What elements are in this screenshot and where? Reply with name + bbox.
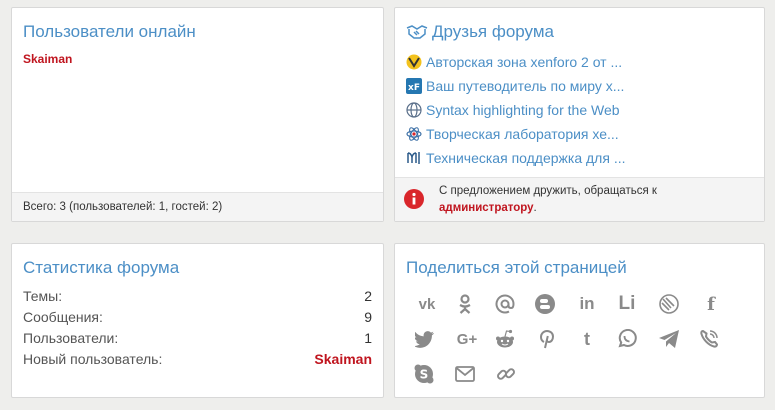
info-icon (404, 189, 424, 215)
share-page-title: Поделиться этой страницей (406, 258, 627, 277)
google-plus-icon[interactable]: G+ (453, 327, 481, 351)
email-at-icon[interactable] (493, 292, 517, 316)
stat-messages-value: 9 (364, 309, 372, 325)
friend-label-2: Ваш путеводитель по миру х... (426, 78, 625, 94)
viber-icon[interactable] (697, 327, 721, 351)
livejournal-icon[interactable]: Li (615, 292, 639, 316)
forum-friends-title-text: Друзья форума (432, 22, 555, 41)
administrator-link[interactable]: администратору (439, 202, 534, 214)
forum-friends-title: Друзья форума (406, 22, 554, 45)
friend-link-3[interactable]: Syntax highlighting for the Web (406, 100, 620, 120)
stat-newest-user-link[interactable]: Skaiman (314, 351, 372, 371)
stat-row-messages: Сообщения: 9 (23, 309, 372, 329)
friend-link-1[interactable]: Авторская зона xenforo 2 от ... (406, 52, 622, 72)
pinterest-icon[interactable] (535, 327, 559, 351)
stat-newest-user-label: Новый пользователь: (23, 351, 163, 367)
vk-icon[interactable]: vk (415, 292, 439, 316)
friend-label-3: Syntax highlighting for the Web (426, 102, 620, 118)
blogger-icon[interactable] (533, 292, 557, 316)
odnoklassniki-icon[interactable] (453, 292, 477, 316)
friends-footer-message: С предложением дружить, обращаться к (439, 185, 657, 197)
handshake-icon (406, 24, 428, 45)
users-online-block: Пользователи онлайн Skaiman Всего: 3 (по… (11, 7, 384, 222)
forum-friends-footer: С предложением дружить, обращаться к адм… (395, 177, 764, 221)
twitter-icon[interactable] (413, 327, 437, 351)
link-icon[interactable] (494, 362, 518, 386)
friend-link-4[interactable]: Творческая лаборатория хе... (406, 124, 619, 144)
share-page-block: Поделиться этой страницей vk in Li f G+ … (394, 243, 765, 398)
facebook-icon[interactable]: f (699, 292, 723, 316)
friend-label-4: Творческая лаборатория хе... (426, 126, 619, 142)
xenforo-zone-icon (406, 54, 422, 70)
svg-text:xF: xF (408, 83, 420, 93)
friends-footer-end: . (533, 202, 537, 214)
friend-label-5: Техническая поддержка для ... (426, 150, 626, 166)
forum-friends-block: Друзья форума Авторская зона xenforo 2 о… (394, 7, 765, 222)
linkedin-icon[interactable]: in (575, 292, 599, 316)
tumblr-icon[interactable]: t (575, 327, 599, 351)
friend-label-1: Авторская зона xenforo 2 от ... (426, 54, 623, 70)
support-icon (406, 150, 422, 166)
xf-guide-icon: xF (406, 78, 422, 94)
stat-threads-value: 2 (364, 288, 372, 304)
stat-row-threads: Темы: 2 (23, 288, 372, 308)
lab-icon (406, 126, 422, 142)
stat-messages-label: Сообщения: (23, 309, 103, 325)
forum-stats-block: Статистика форума Темы: 2 Сообщения: 9 П… (11, 243, 384, 398)
skype-icon[interactable]: S (412, 362, 436, 386)
friends-footer-text: С предложением дружить, обращаться к адм… (439, 183, 657, 217)
stat-threads-label: Темы: (23, 288, 63, 304)
stat-row-newest-user: Новый пользователь: Skaiman (23, 351, 372, 371)
online-user-link[interactable]: Skaiman (23, 52, 72, 66)
stat-users-label: Пользователи: (23, 330, 119, 346)
friend-link-2[interactable]: xF Ваш путеводитель по миру х... (406, 76, 624, 96)
globe-icon (406, 102, 422, 118)
liveinternet-icon[interactable] (657, 292, 681, 316)
telegram-icon[interactable] (657, 327, 681, 351)
email-icon[interactable] (453, 362, 477, 386)
friend-link-5[interactable]: Техническая поддержка для ... (406, 148, 626, 168)
stat-users-value: 1 (364, 330, 372, 346)
forum-stats-title[interactable]: Статистика форума (23, 258, 179, 278)
users-online-title[interactable]: Пользователи онлайн (23, 22, 196, 42)
users-online-footer: Всего: 3 (пользователей: 1, гостей: 2) (12, 192, 383, 221)
stat-row-users: Пользователи: 1 (23, 330, 372, 350)
svg-text:S: S (420, 368, 429, 382)
whatsapp-icon[interactable] (615, 327, 639, 351)
reddit-icon[interactable] (493, 327, 517, 351)
